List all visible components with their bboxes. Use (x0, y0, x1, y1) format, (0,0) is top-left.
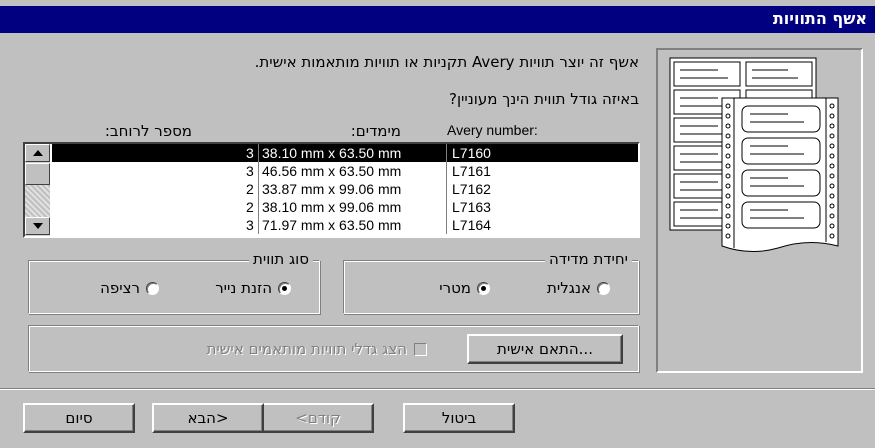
list-item[interactable]: 3 38.10 mm x 63.50 mm L7160 (52, 144, 638, 162)
column-separator (446, 198, 447, 216)
unit-of-measure-group: יחידת מדידה אנגלית מטרי (343, 250, 639, 314)
radio-label: אנגלית (547, 279, 591, 297)
cancel-button[interactable]: ביטול (403, 403, 515, 433)
show-custom-sizes-label: הצג גדלי תוויות מותאמים אישית (206, 340, 407, 358)
title-bar[interactable]: אשף התוויות (0, 6, 875, 33)
customize-button[interactable]: התאם אישית... (467, 334, 623, 364)
radio-metric[interactable]: מטרי (439, 279, 490, 297)
divider (0, 388, 875, 390)
column-separator (446, 180, 447, 198)
next-button[interactable]: הבא> (152, 403, 264, 433)
radio-sheet-feed[interactable]: הזנת נייר (215, 279, 291, 297)
column-separator (258, 162, 259, 180)
illustration-panel (656, 48, 863, 373)
arrow-up-icon (33, 150, 43, 156)
intro-text: אשף זה יוצר תוויות Avery תקניות או תוויו… (254, 53, 639, 71)
scroll-up-button[interactable] (25, 144, 50, 162)
radio-label: רציפה (100, 279, 140, 297)
label-type-group-title: סוג תווית (248, 250, 313, 268)
label-wizard-window: אשף התוויות אשף זה יוצר תוויות Avery תקנ… (0, 0, 875, 448)
list-item[interactable]: 3 71.97 mm x 63.50 mm L7164 (52, 216, 638, 234)
label-count: 2 (246, 181, 254, 197)
column-separator (258, 180, 259, 198)
label-count: 3 (246, 145, 254, 161)
radio-english[interactable]: אנגלית (547, 279, 610, 297)
label-avery-number: L7160 (452, 145, 491, 161)
radio-button-circle[interactable] (278, 281, 291, 295)
column-header-count: מספר לרוחב: (104, 122, 192, 140)
column-header-avery: Avery number: (447, 122, 538, 138)
customize-area: התאם אישית... הצג גדלי תוויות מותאמים אי… (28, 325, 639, 372)
radio-button-circle[interactable] (597, 281, 610, 295)
show-custom-sizes-checkbox[interactable] (414, 343, 427, 356)
label-dimensions: 38.10 mm x 63.50 mm (262, 145, 402, 161)
label-dimensions: 46.56 mm x 63.50 mm (262, 163, 402, 179)
finish-button[interactable]: סיום (23, 403, 135, 433)
column-separator (258, 198, 259, 216)
label-size-rows: 3 38.10 mm x 63.50 mm L7160 3 46.56 mm x… (52, 144, 638, 234)
label-sheet-illustration (669, 57, 839, 252)
vertical-scrollbar[interactable] (25, 144, 50, 236)
label-count: 2 (246, 199, 254, 215)
column-separator (446, 216, 447, 234)
label-avery-number: L7164 (452, 217, 491, 233)
radio-button-circle[interactable] (146, 281, 159, 295)
label-avery-number: L7162 (452, 181, 491, 197)
label-type-group: סוג תווית הזנת נייר רציפה (28, 250, 320, 314)
list-item[interactable]: 3 46.56 mm x 63.50 mm L7161 (52, 162, 638, 180)
column-separator (258, 216, 259, 234)
column-separator (446, 162, 447, 180)
radio-label: הזנת נייר (215, 279, 272, 297)
scroll-down-button[interactable] (25, 217, 50, 235)
label-dimensions: 38.10 mm x 99.06 mm (262, 199, 402, 215)
label-dimensions: 33.87 mm x 99.06 mm (262, 181, 402, 197)
label-count: 3 (246, 217, 254, 233)
column-separator (258, 144, 259, 162)
list-item[interactable]: 2 33.87 mm x 99.06 mm L7162 (52, 180, 638, 198)
radio-continuous[interactable]: רציפה (100, 279, 159, 297)
label-size-listbox[interactable]: 3 38.10 mm x 63.50 mm L7160 3 46.56 mm x… (23, 142, 640, 238)
back-button[interactable]: <קודם (262, 403, 374, 433)
radio-label: מטרי (439, 279, 471, 297)
radio-button-circle[interactable] (477, 281, 490, 295)
scroll-track[interactable] (25, 185, 50, 217)
list-item[interactable]: 2 38.10 mm x 99.06 mm L7163 (52, 198, 638, 216)
scroll-thumb[interactable] (25, 163, 50, 185)
column-separator (446, 144, 447, 162)
arrow-down-icon (33, 223, 43, 229)
label-avery-number: L7163 (452, 199, 491, 215)
label-count: 3 (246, 163, 254, 179)
label-avery-number: L7161 (452, 163, 491, 179)
window-title: אשף התוויות (772, 9, 867, 28)
question-text: באיזה גודל תווית הינך מעוניין? (449, 90, 639, 108)
column-header-dimensions: מימדים: (350, 122, 401, 140)
label-dimensions: 71.97 mm x 63.50 mm (262, 217, 402, 233)
unit-of-measure-group-title: יחידת מדידה (544, 250, 632, 268)
